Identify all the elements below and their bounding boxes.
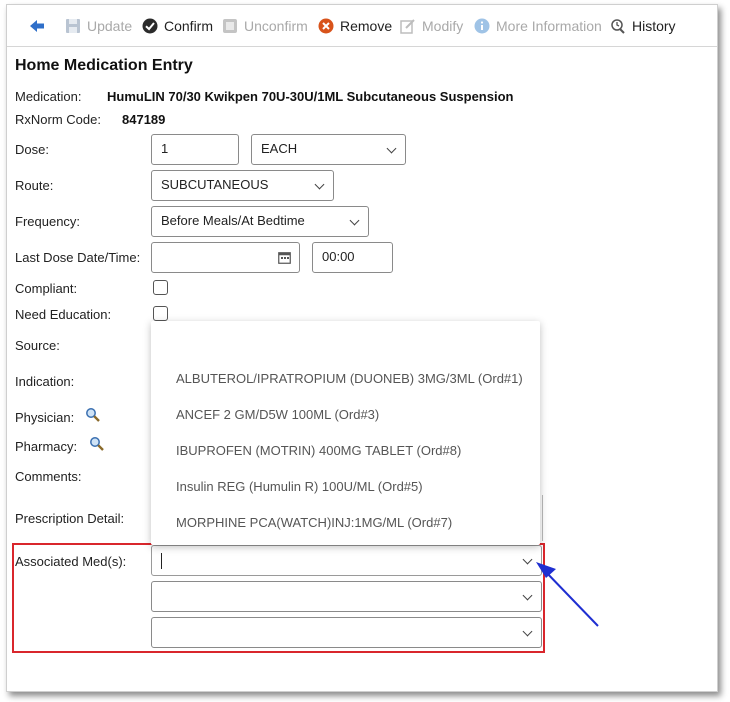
annotation-arrow bbox=[536, 562, 599, 627]
